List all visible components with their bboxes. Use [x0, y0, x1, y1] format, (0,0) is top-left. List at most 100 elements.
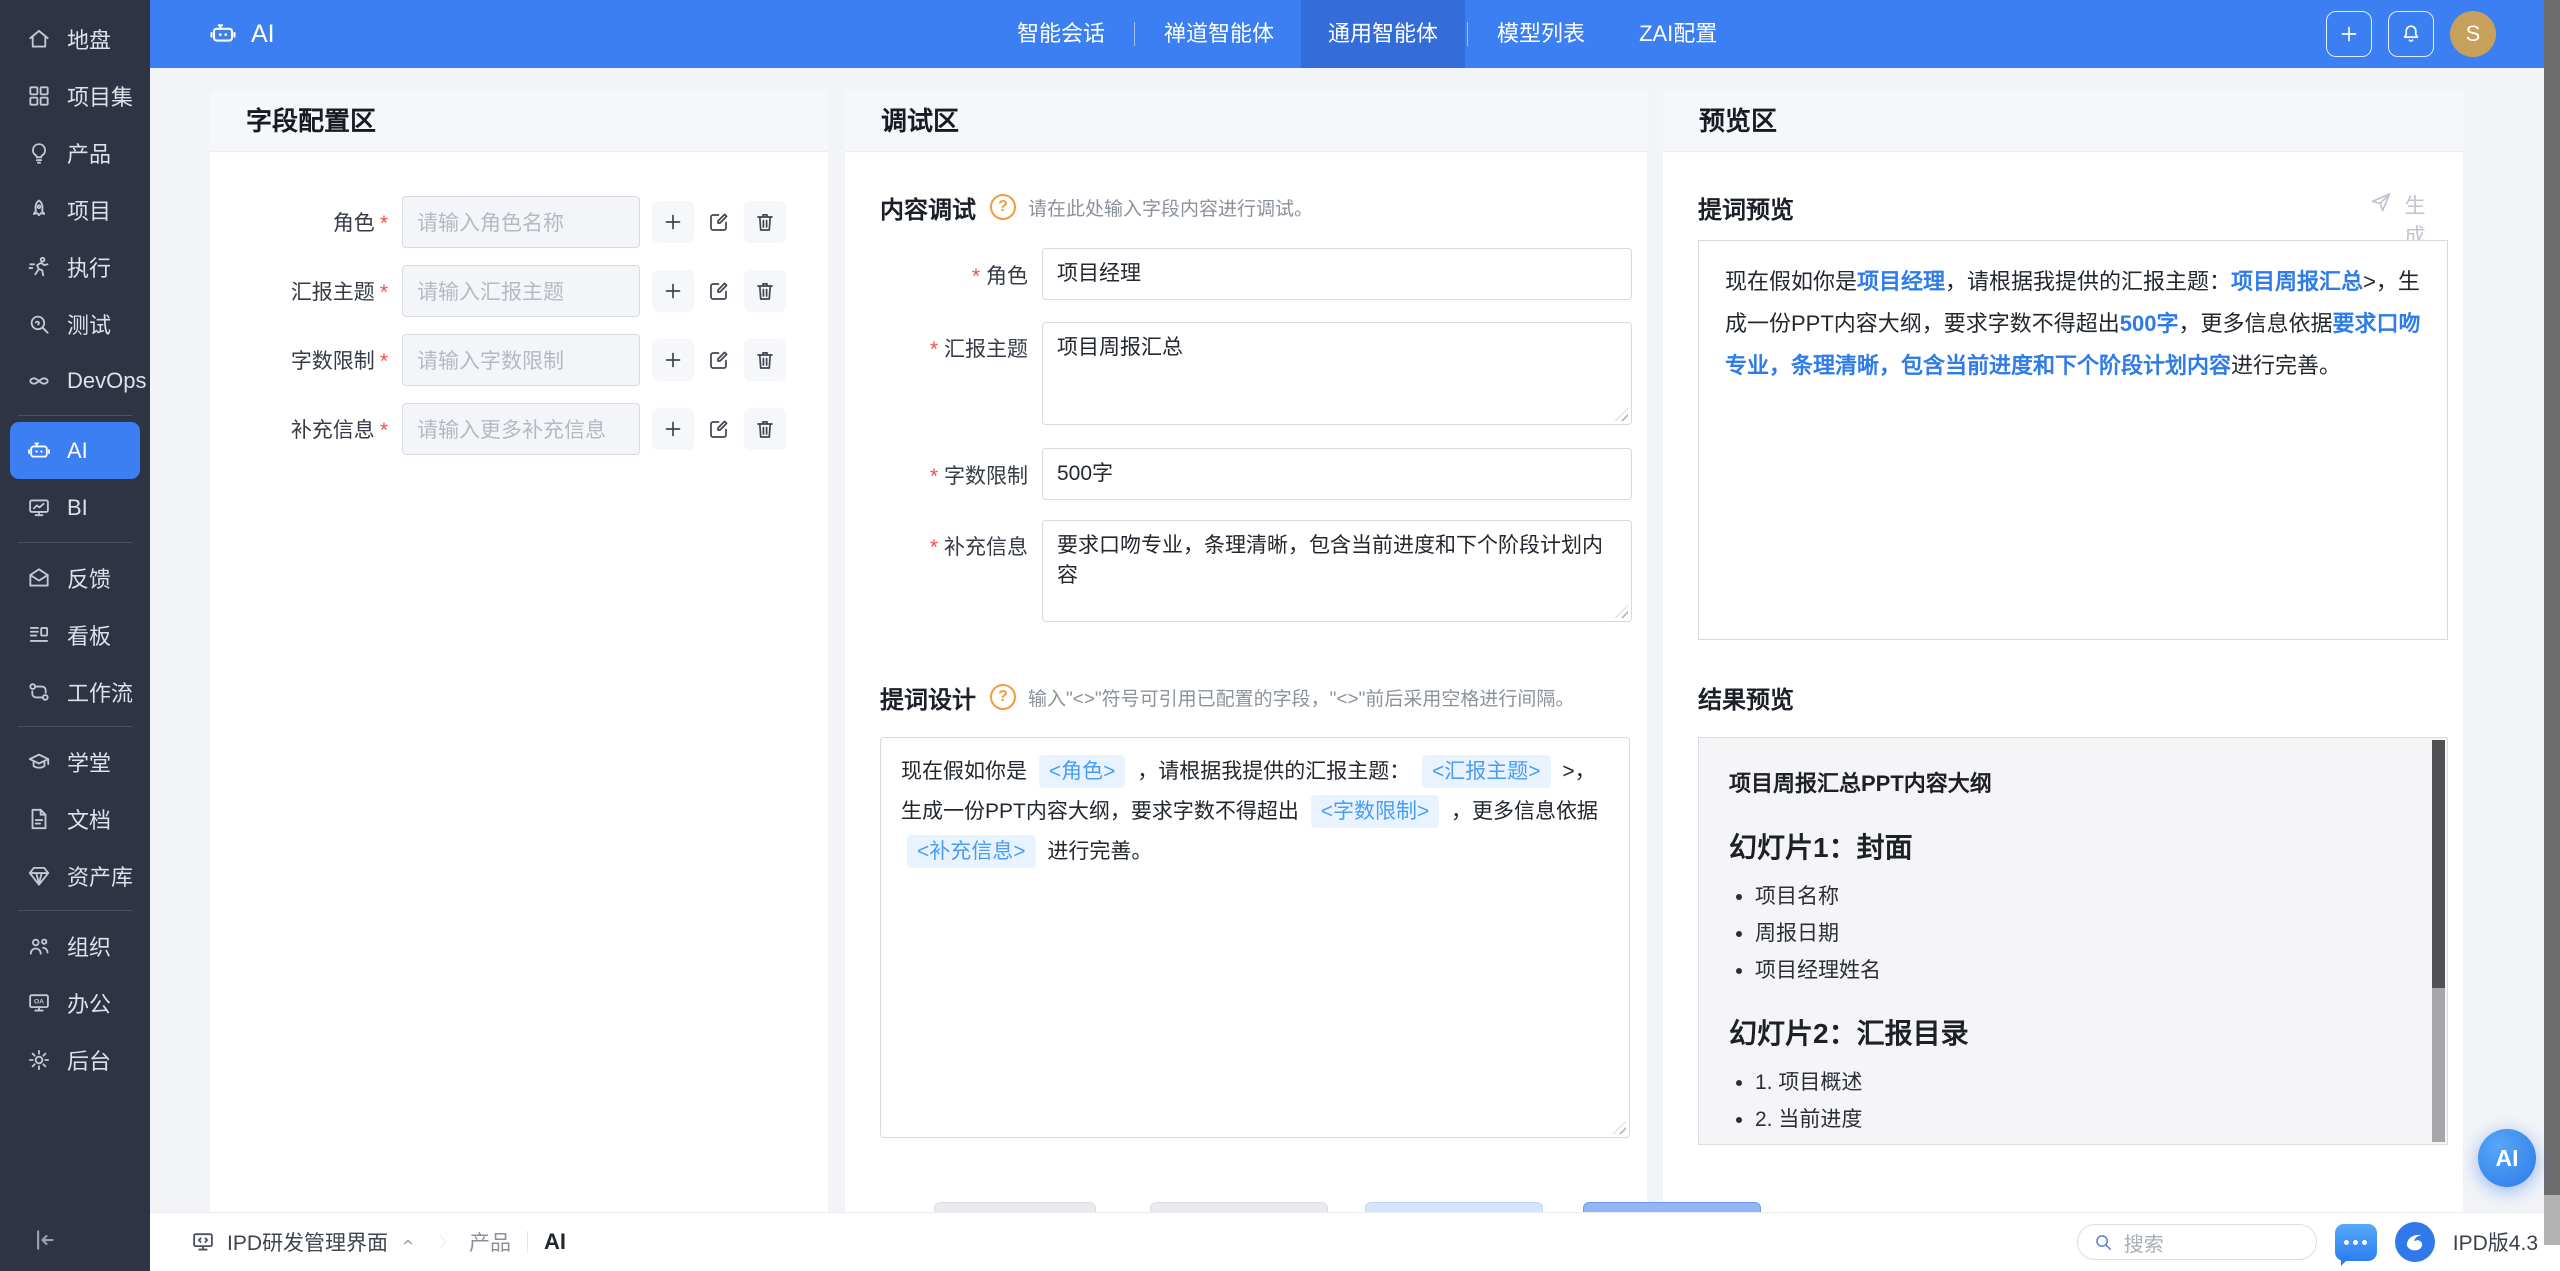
delete-field-button[interactable] [744, 339, 786, 381]
zentao-logo-icon[interactable] [2395, 1222, 2435, 1262]
kanban-icon [26, 622, 52, 648]
brand-label: AI [251, 20, 275, 49]
tab-separator [1134, 22, 1135, 46]
sidebar-item-label: 反馈 [67, 562, 111, 594]
preview-text-segment: 项目周报汇总 [2231, 269, 2363, 294]
delete-field-button[interactable] [744, 408, 786, 450]
sidebar-collapse-button[interactable] [28, 1225, 62, 1255]
field-ref-chip[interactable]: <汇报主题> [1422, 755, 1551, 788]
result-heading: 幻灯片2：汇报目录 [1729, 1012, 2403, 1052]
list-item: 周报日期 [1755, 921, 2403, 947]
generate-result-button[interactable]: 生成结果 [2369, 190, 2427, 214]
sidebar-item-office[interactable]: OA办公 [0, 974, 150, 1031]
result-heading: 幻灯片1：封面 [1729, 826, 2403, 866]
workspace-switcher[interactable]: IPD研发管理界面 [190, 1227, 417, 1257]
sidebar-item-assetlib[interactable]: 资产库 [0, 847, 150, 904]
sidebar-item-label: 后台 [67, 1044, 111, 1076]
tab-zai-config[interactable]: ZAI配置 [1612, 0, 1744, 68]
field-input[interactable]: 请输入角色名称 [402, 196, 640, 248]
preview-text-segment: 进行完善。 [2231, 353, 2341, 378]
delete-field-button[interactable] [744, 270, 786, 312]
sidebar-item-label: 项目 [67, 194, 111, 226]
field-ref-chip[interactable]: <字数限制> [1311, 795, 1440, 828]
help-icon: ? [990, 194, 1016, 220]
debug-field-textarea[interactable]: 要求口吻专业，条理清晰，包含当前进度和下个阶段计划内容 [1042, 520, 1632, 622]
preview-text-segment: 项目经理 [1857, 269, 1945, 294]
execution-icon [26, 254, 52, 280]
field-ref-chip[interactable]: <补充信息> [907, 835, 1036, 868]
required-asterisk: * [972, 265, 980, 288]
add-field-button[interactable] [652, 408, 694, 450]
debug-field-textarea[interactable]: 项目周报汇总 [1042, 322, 1632, 425]
sidebar-item-program[interactable]: 项目集 [0, 67, 150, 124]
required-asterisk: * [380, 419, 388, 442]
panel-title: 字段配置区 [210, 90, 828, 152]
chat-button[interactable] [2335, 1224, 2377, 1261]
page-scrollbar[interactable] [2544, 0, 2560, 1245]
add-field-button[interactable] [652, 270, 694, 312]
sidebar-item-kanban[interactable]: 看板 [0, 606, 150, 663]
search-icon [2092, 1231, 2114, 1253]
field-input[interactable]: 请输入字数限制 [402, 334, 640, 386]
avatar[interactable]: S [2450, 11, 2496, 57]
page-scrollbar-thumb[interactable] [2544, 0, 2560, 1195]
tab-zentao-agent[interactable]: 禅道智能体 [1137, 0, 1301, 68]
list-item: 1. 项目概述 [1755, 1070, 2403, 1096]
floating-ai-button[interactable]: AI [2478, 1129, 2536, 1187]
add-field-button[interactable] [652, 201, 694, 243]
result-scrollbar[interactable] [2432, 740, 2445, 1142]
prompt-design-editor[interactable]: 现在假如你是 <角色> ，请根据我提供的汇报主题： <汇报主题> >，生成一份P… [880, 737, 1630, 1138]
required-asterisk: * [380, 350, 388, 373]
preview-text-segment: ，更多信息依据 [2179, 311, 2333, 336]
prompt-preview-text: 现在假如你是项目经理，请根据我提供的汇报主题：项目周报汇总>，生成一份PPT内容… [1698, 240, 2448, 640]
project-icon [26, 197, 52, 223]
plus-icon [661, 279, 685, 303]
sidebar-divider [18, 542, 132, 543]
sidebar-item-label: 办公 [67, 987, 111, 1019]
sidebar-item-feedback[interactable]: 反馈 [0, 549, 150, 606]
debug-field-input[interactable]: 项目经理 [1042, 248, 1632, 300]
tab-model-list[interactable]: 模型列表 [1470, 0, 1612, 68]
edit-field-button[interactable] [698, 339, 740, 381]
plus-icon [661, 417, 685, 441]
add-field-button[interactable] [652, 339, 694, 381]
sidebar-item-doc[interactable]: 文档 [0, 790, 150, 847]
org-icon [26, 933, 52, 959]
sidebar-item-qa[interactable]: 测试 [0, 295, 150, 352]
breadcrumb-item[interactable]: AI [544, 1229, 566, 1255]
sidebar: 地盘项目集产品项目执行测试DevOps AI BI 反馈看板工作流学堂文档资产库组织O… [0, 0, 150, 1271]
sidebar-item-system[interactable]: 后台 [0, 1031, 150, 1088]
sidebar-item-ai[interactable]: AI [10, 422, 140, 479]
sidebar-item-organization[interactable]: 组织 [0, 917, 150, 974]
notifications-button[interactable] [2388, 11, 2434, 57]
section-hint: 请在此处输入字段内容进行调试。 [1028, 194, 1313, 221]
breadcrumb-item[interactable]: 产品 [469, 1227, 511, 1257]
edit-icon [707, 210, 731, 234]
sidebar-item-devops[interactable]: DevOps [0, 352, 150, 409]
field-placeholder: 请输入更多补充信息 [417, 414, 606, 444]
edit-field-button[interactable] [698, 408, 740, 450]
sidebar-item-home[interactable]: 地盘 [0, 10, 150, 67]
field-label: 补充信息* [210, 414, 388, 444]
field-ref-chip[interactable]: <角色> [1039, 755, 1126, 788]
sidebar-item-tutoring[interactable]: 学堂 [0, 733, 150, 790]
search-input[interactable]: 搜索 [2077, 1224, 2317, 1260]
asset-icon [26, 863, 52, 889]
edit-field-button[interactable] [698, 201, 740, 243]
tab-smart-chat[interactable]: 智能会话 [990, 0, 1132, 68]
debug-field-input[interactable]: 500字 [1042, 448, 1632, 500]
result-scrollbar-thumb[interactable] [2432, 740, 2445, 988]
field-input[interactable]: 请输入汇报主题 [402, 265, 640, 317]
tab-general-agent[interactable]: 通用智能体 [1301, 0, 1465, 68]
sidebar-item-workflow[interactable]: 工作流 [0, 663, 150, 720]
sidebar-item-label: AI [67, 438, 88, 464]
add-button[interactable] [2326, 11, 2372, 57]
sidebar-item-project[interactable]: 项目 [0, 181, 150, 238]
field-input[interactable]: 请输入更多补充信息 [402, 403, 640, 455]
sidebar-item-execution[interactable]: 执行 [0, 238, 150, 295]
sidebar-item-bi[interactable]: BI [0, 479, 150, 536]
delete-field-button[interactable] [744, 201, 786, 243]
sidebar-item-product[interactable]: 产品 [0, 124, 150, 181]
sidebar-divider [18, 415, 132, 416]
edit-field-button[interactable] [698, 270, 740, 312]
